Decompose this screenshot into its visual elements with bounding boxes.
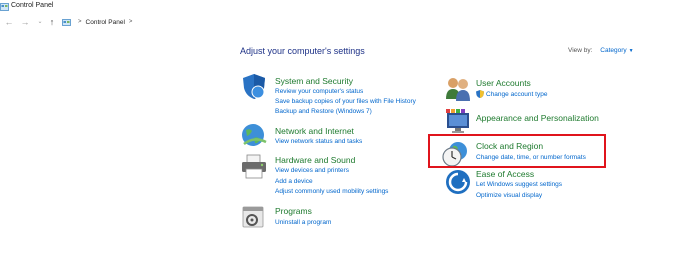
link-mobility-settings[interactable]: Adjust commonly used mobility settings (275, 188, 388, 195)
globe-icon[interactable] (240, 122, 268, 150)
programs-icon[interactable] (240, 203, 268, 231)
category-title[interactable]: Appearance and Personalization (476, 113, 599, 123)
breadcrumb[interactable]: > Control Panel > (62, 17, 136, 27)
monitor-palette-icon[interactable] (444, 107, 472, 135)
link-backup-restore[interactable]: Backup and Restore (Windows 7) (275, 108, 372, 115)
link-devices-printers[interactable]: View devices and printers (275, 167, 349, 174)
category-title[interactable]: Ease of Access (476, 169, 534, 179)
breadcrumb-separator[interactable]: > (129, 19, 133, 25)
link-optimize-visual-display[interactable]: Optimize visual display (476, 192, 542, 199)
chevron-down-icon[interactable]: ▼ (629, 48, 634, 54)
link-uninstall-program[interactable]: Uninstall a program (275, 219, 331, 226)
page-title: Adjust your computer's settings (240, 46, 365, 56)
breadcrumb-separator: > (78, 19, 82, 25)
shield-icon[interactable] (240, 72, 268, 100)
view-by-dropdown[interactable]: Category (600, 47, 626, 54)
category-title[interactable]: Hardware and Sound (275, 155, 355, 165)
chevron-down-icon[interactable]: ⌄ (35, 17, 45, 27)
printer-icon[interactable] (240, 152, 268, 180)
control-panel-icon (62, 18, 71, 26)
uac-shield-icon (476, 90, 484, 98)
back-arrow-icon[interactable]: ← (4, 17, 14, 27)
category-title[interactable]: Programs (275, 206, 312, 216)
breadcrumb-control-panel[interactable]: Control Panel (86, 19, 125, 26)
category-title[interactable]: User Accounts (476, 78, 531, 88)
category-title[interactable]: System and Security (275, 76, 353, 86)
view-by: View by: Category ▼ (568, 47, 634, 54)
link-windows-suggest-settings[interactable]: Let Windows suggest settings (476, 181, 562, 188)
link-review-status[interactable]: Review your computer's status (275, 88, 363, 95)
up-arrow-icon[interactable]: ↑ (47, 17, 57, 27)
link-file-history[interactable]: Save backup copies of your files with Fi… (275, 98, 416, 105)
title-bar: Control Panel (0, 0, 690, 14)
highlight-box (428, 134, 606, 168)
view-by-label: View by: (568, 47, 593, 54)
navigation-bar: ← → ⌄ ↑ > Control Panel > (0, 14, 690, 30)
link-add-device[interactable]: Add a device (275, 178, 313, 185)
link-change-account-type[interactable]: Change account type (486, 91, 547, 98)
forward-arrow-icon[interactable]: → (20, 17, 30, 27)
ease-of-access-icon[interactable] (444, 168, 472, 196)
window-title: Control Panel (11, 2, 54, 9)
link-network-status[interactable]: View network status and tasks (275, 138, 362, 145)
user-accounts-icon[interactable] (444, 75, 472, 103)
control-panel-icon (0, 3, 9, 11)
category-title[interactable]: Network and Internet (275, 126, 354, 136)
